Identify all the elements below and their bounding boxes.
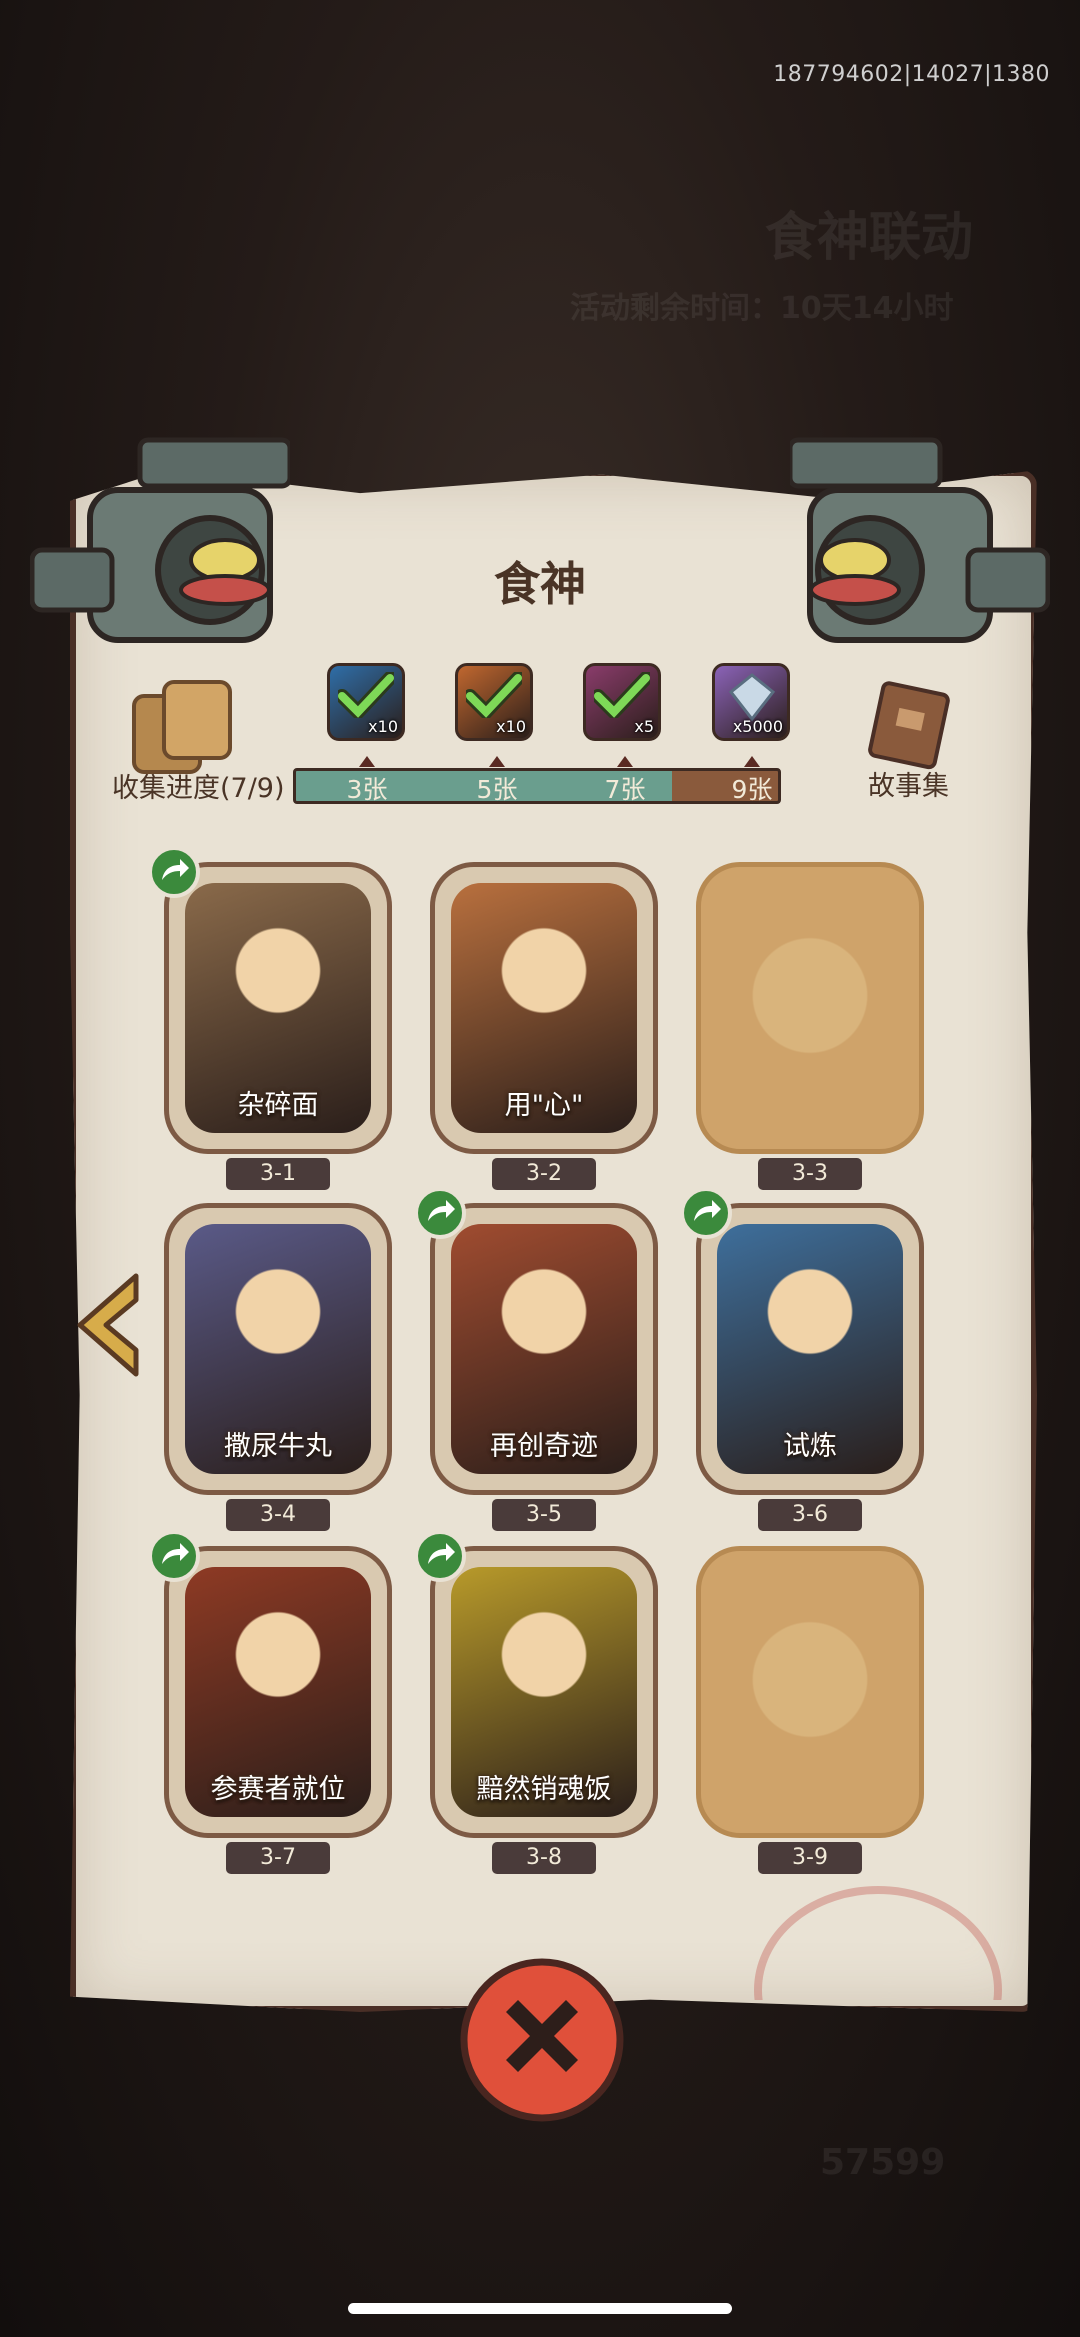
milestone-reward-qty: x10: [496, 717, 526, 736]
milestone-reward-2[interactable]: x10: [455, 663, 533, 741]
locked-card-silhouette: [717, 1567, 903, 1817]
camera-right-decoration: [790, 437, 1050, 643]
check-icon: [594, 672, 650, 718]
card-number: 3-1: [226, 1158, 330, 1190]
milestone-reward-qty: x10: [368, 717, 398, 736]
milestone-reward-4[interactable]: x5000: [712, 663, 790, 741]
story-card-3-6[interactable]: 试炼 3-6: [680, 1187, 924, 1531]
share-icon[interactable]: [414, 1530, 466, 1582]
card-number: 3-3: [758, 1158, 862, 1190]
milestone-label: 5张: [476, 775, 518, 804]
story-card-3-7[interactable]: 参赛者就位 3-7: [148, 1530, 392, 1874]
card-title: 参赛者就位: [210, 1774, 346, 1805]
card-number: 3-6: [758, 1499, 862, 1531]
card-title: 杂碎面: [237, 1090, 319, 1121]
card-title: 黯然销魂饭: [476, 1774, 612, 1805]
share-icon[interactable]: [414, 1187, 466, 1239]
story-card-3-9[interactable]: 3-9: [696, 1546, 924, 1874]
card-frame: [696, 862, 924, 1154]
card-number: 3-9: [758, 1842, 862, 1874]
story-card-3-5[interactable]: 再创奇迹 3-5: [414, 1187, 658, 1531]
card-title: 用"心": [504, 1090, 584, 1121]
milestone-label: 9张: [731, 775, 773, 804]
card-frame: [696, 1546, 924, 1838]
milestone-reward-qty: x5000: [732, 717, 783, 736]
bg-event-title: 食神联动: [765, 208, 974, 268]
bg-currency-value: 57599: [820, 2142, 946, 2183]
card-title: 再创奇迹: [490, 1431, 598, 1462]
milestone-marker: [744, 756, 760, 767]
story-card-3-4[interactable]: 撒尿牛丸 3-4: [164, 1203, 392, 1531]
card-stack-icon: [132, 680, 232, 774]
check-icon: [466, 672, 522, 718]
card-number: 3-7: [226, 1842, 330, 1874]
milestone-marker: [489, 756, 505, 767]
crystal-icon: [728, 673, 776, 722]
story-card-3-8[interactable]: 黯然销魂饭 3-8: [414, 1530, 658, 1874]
card-number: 3-5: [492, 1499, 596, 1531]
collect-progress-label: 收集进度(7/9): [112, 773, 285, 804]
seal-stamp-decoration: [754, 1886, 1002, 2000]
locked-card-silhouette: [717, 883, 903, 1133]
home-indicator[interactable]: [348, 2303, 732, 2314]
share-icon[interactable]: [680, 1187, 732, 1239]
story-card-3-1[interactable]: 杂碎面 3-1: [148, 846, 392, 1190]
close-button[interactable]: [458, 1956, 626, 2124]
left-arrow-icon[interactable]: [72, 1270, 144, 1380]
check-icon: [338, 672, 394, 718]
card-number: 3-4: [226, 1499, 330, 1531]
milestone-marker: [359, 756, 375, 767]
milestone-reward-3[interactable]: x5: [583, 663, 661, 741]
story-card-3-2[interactable]: 用"心" 3-2: [430, 862, 658, 1190]
card-title: 试炼: [783, 1431, 837, 1462]
account-id-text: 187794602|14027|1380: [773, 62, 1050, 87]
milestone-marker: [617, 756, 633, 767]
card-number: 3-2: [492, 1158, 596, 1190]
milestone-reward-1[interactable]: x10: [327, 663, 405, 741]
bg-event-timer: 活动剩余时间：10天14小时: [570, 291, 954, 326]
card-number: 3-8: [492, 1842, 596, 1874]
share-icon[interactable]: [148, 846, 200, 898]
story-book-icon[interactable]: [862, 680, 954, 770]
share-icon[interactable]: [148, 1530, 200, 1582]
stories-label[interactable]: 故事集: [868, 764, 949, 803]
milestone-label: 3张: [346, 775, 388, 804]
panel-title: 食神: [494, 557, 586, 611]
card-title: 撒尿牛丸: [224, 1431, 332, 1462]
milestone-label: 7张: [604, 775, 646, 804]
milestone-reward-qty: x5: [634, 717, 654, 736]
story-card-3-3[interactable]: 3-3: [696, 862, 924, 1190]
camera-left-decoration: [30, 437, 290, 643]
